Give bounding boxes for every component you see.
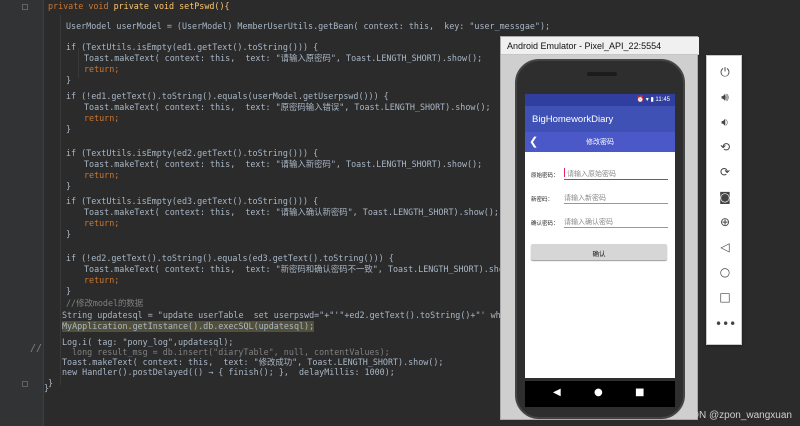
code-line: if (TextUtils.isEmpty(ed1.getText().toSt…	[66, 42, 319, 52]
code-line: return;	[84, 218, 120, 228]
zoom-icon[interactable]: ⊕	[715, 212, 735, 232]
phone-screen[interactable]: ⏰ ▾ ▮ 11:45 BigHomeworkDiary ❮ 修改密码 原始密码…	[525, 94, 675, 378]
volume-down-icon[interactable]: 🔉︎	[715, 112, 735, 132]
code-line: if (!ed2.getText().toString().equals(ed3…	[66, 253, 394, 263]
emulator-title-bar[interactable]: Android Emulator - Pixel_API_22:5554	[501, 37, 699, 55]
code-line: }	[66, 75, 72, 85]
confirm-password-label: 确认密码：	[531, 221, 559, 227]
old-password-label: 原始密码：	[531, 173, 559, 179]
power-icon[interactable]: ⏻	[715, 62, 735, 82]
emulator-window[interactable]: Android Emulator - Pixel_API_22:5554 ⏰ ▾…	[500, 36, 699, 420]
new-password-row: 新密码： 请输入新密码	[531, 190, 669, 206]
code-line: String updatesql = "update userTable set…	[62, 310, 547, 320]
method-signature: private void setPswd(){	[113, 1, 230, 11]
code-line: Toast.makeText( context: this, text: "请输…	[84, 207, 499, 217]
code-line-method-decl: private void private void setPswd(){	[48, 1, 230, 11]
code-comment: //修改model的数据	[66, 298, 144, 308]
back-icon[interactable]: ◁	[715, 237, 735, 257]
overview-icon[interactable]: □	[715, 287, 735, 307]
code-line: }	[66, 229, 72, 239]
code-line: return;	[84, 275, 120, 285]
rotate-left-icon[interactable]: ⟲	[715, 137, 735, 157]
android-nav-bar: ◀ ● ■	[525, 381, 675, 407]
code-line: Toast.makeText( context: this, text: "新密…	[84, 264, 525, 274]
code-line: if (!ed1.getText().toString().equals(use…	[66, 91, 389, 101]
status-bar: ⏰ ▾ ▮ 11:45	[525, 94, 675, 106]
code-line: return;	[84, 170, 120, 180]
rotate-right-icon[interactable]: ⟳	[715, 162, 735, 182]
phone-speaker	[587, 72, 617, 76]
code-line: Toast.makeText( context: this, text: "请输…	[84, 159, 483, 169]
old-password-row: 原始密码： 请输入原始密码	[531, 166, 669, 182]
app-title: BigHomeworkDiary	[532, 114, 614, 125]
code-line: }	[66, 181, 72, 191]
status-time: 11:45	[655, 97, 670, 103]
code-line: return;	[84, 64, 120, 74]
code-line: new Handler().postDelayed(() → { finish(…	[62, 367, 395, 377]
code-line: }	[44, 383, 50, 393]
confirm-button[interactable]: 确认	[531, 244, 667, 260]
home-icon[interactable]: ○	[715, 262, 735, 282]
emulator-side-toolbar: ⏻ 🔊︎ 🔉︎ ⟲ ⟳ ◙ ⊕ ◁ ○ □ •••	[706, 55, 742, 345]
code-line: }	[66, 286, 72, 296]
watermark: CSDN @zpon_wangxuan	[677, 410, 792, 421]
old-password-input[interactable]: 请输入原始密码	[564, 166, 668, 180]
app-bar: BigHomeworkDiary	[525, 106, 675, 132]
new-password-input[interactable]: 请输入新密码	[564, 190, 668, 204]
camera-icon[interactable]: ◙	[715, 187, 735, 207]
new-password-label: 新密码：	[531, 197, 554, 203]
more-icon[interactable]: •••	[715, 314, 736, 334]
volume-up-icon[interactable]: 🔊︎	[715, 87, 735, 107]
code-line: Toast.makeText( context: this, text: "请输…	[84, 53, 483, 63]
phone-frame: ⏰ ▾ ▮ 11:45 BigHomeworkDiary ❮ 修改密码 原始密码…	[515, 59, 685, 419]
code-line: if (TextUtils.isEmpty(ed2.getText().toSt…	[66, 148, 319, 158]
confirm-password-row: 确认密码： 请输入确认密码	[531, 214, 669, 230]
sub-toolbar: ❮ 修改密码	[525, 132, 675, 152]
page-title: 修改密码	[586, 139, 614, 146]
nav-home-icon[interactable]: ●	[594, 387, 603, 398]
code-line-highlighted: MyApplication.getInstance().db.execSQL(u…	[62, 321, 315, 332]
code-line: if (TextUtils.isEmpty(ed3.getText().toSt…	[66, 196, 319, 206]
code-line: Toast.makeText( context: this, text: "原密…	[84, 102, 491, 112]
code-line: }	[66, 124, 72, 134]
nav-back-icon[interactable]: ◀	[553, 387, 561, 398]
status-icons: ⏰ ▾ ▮	[636, 97, 656, 103]
confirm-password-input[interactable]: 请输入确认密码	[564, 214, 668, 228]
code-line: UserModel userModel = (UserModel) Member…	[66, 21, 551, 31]
nav-recents-icon[interactable]: ■	[635, 387, 644, 398]
code-line: return;	[84, 113, 120, 123]
